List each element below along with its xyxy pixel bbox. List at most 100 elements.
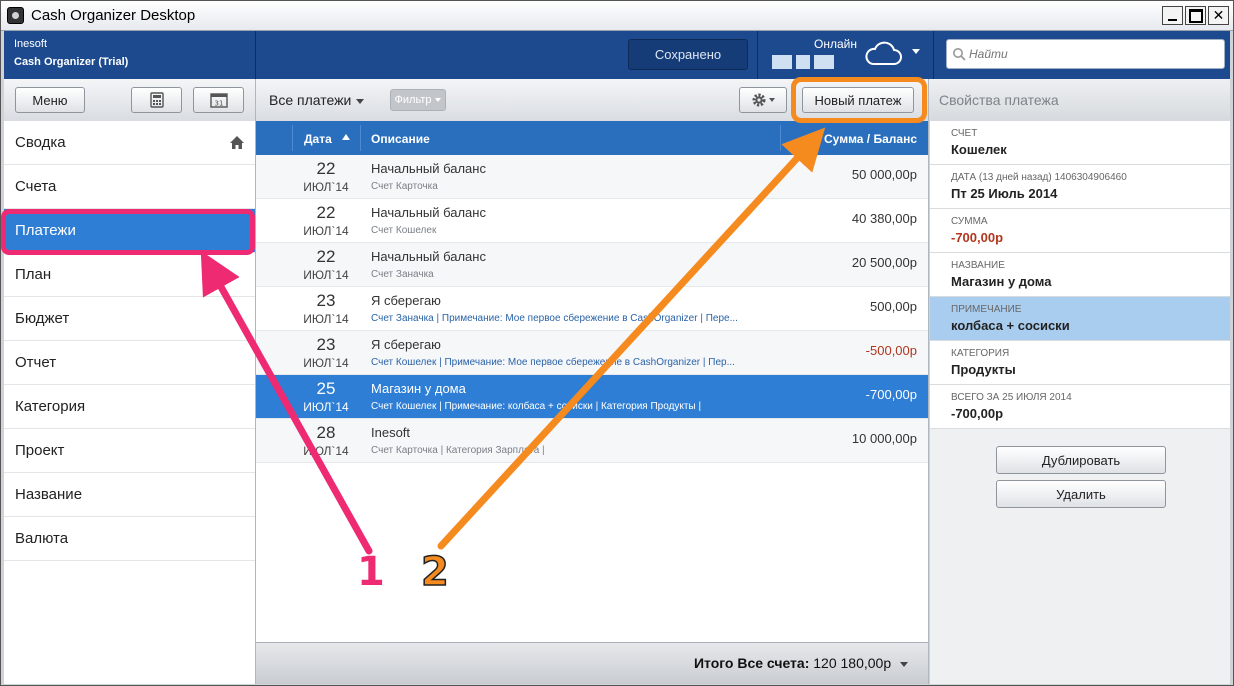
duplicate-button[interactable]: Дублировать (996, 446, 1166, 474)
row-amount: 40 380,00р (851, 211, 917, 226)
sidebar-item-budget[interactable]: Бюджет (4, 297, 255, 341)
prop-label: ДАТА (13 дней назад) 1406304906460 (951, 172, 1127, 183)
sidebar-item-report[interactable]: Отчет (4, 341, 255, 385)
minimize-button[interactable] (1162, 6, 1183, 25)
sidebar-item-payee[interactable]: Название (4, 473, 255, 517)
sidebar-item-accounts[interactable]: Счета (4, 165, 255, 209)
search-icon (953, 48, 966, 61)
search-input[interactable] (946, 39, 1225, 69)
prop-value: -700,00р (951, 406, 1004, 421)
app-icon (7, 7, 24, 24)
prop-day-total: ВСЕГО ЗА 25 ИЮЛЯ 2014 -700,00р (930, 385, 1230, 429)
svg-text:31: 31 (214, 100, 223, 108)
total-balance[interactable]: Итого Все счета: 120 180,00р (694, 655, 908, 671)
list-rows: 22 ИЮЛ`14 Начальный баланс Счет Карточка… (256, 155, 928, 463)
title-bar: Cash Organizer Desktop ✕ (1, 1, 1233, 31)
sidebar-item-label: Название (15, 486, 83, 503)
total-label: Итого Все счета: (693, 655, 810, 671)
sidebar-item-label: Бюджет (15, 310, 70, 327)
table-row[interactable]: 23 ИЮЛ`14 Я сберегаю Счет Кошелек | Прим… (256, 331, 928, 375)
payment-properties: СЧЕТ Кошелек ДАТА (13 дней назад) 140630… (930, 121, 1230, 684)
column-header-description[interactable]: Описание (371, 132, 430, 146)
delete-button[interactable]: Удалить (996, 480, 1166, 508)
row-details: Счет Карточка | Категория Зарплата | (371, 445, 545, 456)
row-amount: 20 500,00р (851, 255, 917, 270)
table-row-selected[interactable]: 25 ИЮЛ`14 Магазин у дома Счет Кошелек | … (256, 375, 928, 419)
sidebar-item-currency[interactable]: Валюта (4, 517, 255, 561)
settings-button[interactable] (739, 87, 787, 113)
company-name: Inesoft (14, 38, 48, 50)
column-divider (780, 125, 781, 151)
prop-label: ВСЕГО ЗА 25 ИЮЛЯ 2014 (951, 392, 1072, 403)
row-day: 22 (316, 203, 336, 222)
online-label: Онлайн (814, 37, 857, 51)
prop-amount[interactable]: СУММА -700,00р (930, 209, 1230, 253)
prop-value: Кошелек (951, 142, 1007, 157)
column-header-date[interactable]: Дата (304, 132, 332, 146)
row-day: 28 (316, 423, 336, 442)
table-row[interactable]: 22 ИЮЛ`14 Начальный баланс Счет Заначка … (256, 243, 928, 287)
account-name-masked (772, 55, 836, 69)
table-row[interactable]: 22 ИЮЛ`14 Начальный баланс Счет Карточка… (256, 155, 928, 199)
maximize-button[interactable] (1185, 6, 1206, 25)
online-sync[interactable]: Онлайн (758, 31, 934, 79)
calendar-icon: 31 (209, 93, 228, 108)
prop-label: ПРИМЕЧАНИЕ (951, 304, 1022, 315)
row-day: 22 (316, 247, 336, 266)
app-window: Cash Organizer Desktop ✕ Inesoft Cash Or… (0, 0, 1234, 686)
sidebar-item-plan[interactable]: План (4, 253, 255, 297)
window-title: Cash Organizer Desktop (31, 7, 196, 24)
home-icon[interactable] (229, 135, 245, 150)
row-description: Inesoft (371, 425, 411, 440)
row-description: Я сберегаю (371, 293, 441, 308)
prop-note[interactable]: ПРИМЕЧАНИЕ колбаса + сосиски (930, 297, 1230, 341)
properties-header: Свойства платежа (929, 79, 1230, 121)
row-day: 22 (316, 159, 336, 178)
row-details: Счет Кошелек | Примечание: колбаса + сос… (371, 401, 702, 412)
calendar-button[interactable]: 31 (193, 87, 244, 113)
total-value: 120 180,00р (813, 655, 892, 671)
row-amount: -700,00р (865, 387, 917, 402)
prop-payee[interactable]: НАЗВАНИЕ Магазин у дома (930, 253, 1230, 297)
prop-account[interactable]: СЧЕТ Кошелек (930, 121, 1230, 165)
filter-button[interactable]: Фильтр (390, 89, 446, 111)
row-details: Счет Карточка (371, 181, 438, 192)
saved-button[interactable]: Сохранено (628, 39, 748, 70)
toolbar-left: Меню 31 (4, 79, 256, 121)
row-details: Счет Кошелек | Примечание: Мое первое сб… (371, 357, 735, 368)
callout-number-1: 1 (357, 549, 385, 595)
prop-category[interactable]: КАТЕГОРИЯ Продукты (930, 341, 1230, 385)
prop-date[interactable]: ДАТА (13 дней назад) 1406304906460 Пт 25… (930, 165, 1230, 209)
prop-value: Магазин у дома (951, 274, 1052, 289)
table-row[interactable]: 23 ИЮЛ`14 Я сберегаю Счет Заначка | Прим… (256, 287, 928, 331)
prop-label: КАТЕГОРИЯ (951, 348, 1010, 359)
sidebar-item-project[interactable]: Проект (4, 429, 255, 473)
all-payments-dropdown[interactable]: Все платежи (269, 92, 365, 108)
prop-value: Пт 25 Июль 2014 (951, 186, 1058, 201)
row-amount: -500,00р (865, 343, 917, 358)
column-header-amount[interactable]: Сумма / Баланс (824, 132, 917, 146)
row-month: ИЮЛ`14 (303, 180, 349, 194)
all-payments-label: Все платежи (269, 92, 352, 108)
list-header: Дата Описание Сумма / Баланс (256, 121, 928, 155)
row-amount: 50 000,00р (851, 167, 917, 182)
prop-value: -700,00р (951, 230, 1004, 245)
close-button[interactable]: ✕ (1208, 6, 1229, 25)
sidebar-item-label: План (15, 266, 52, 283)
filter-label: Фильтр (394, 94, 432, 106)
prop-label: НАЗВАНИЕ (951, 260, 1005, 271)
row-month: ИЮЛ`14 (303, 444, 349, 458)
sidebar-item-summary[interactable]: Сводка (4, 121, 255, 165)
payments-list: Дата Описание Сумма / Баланс 22 ИЮЛ`14 Н… (256, 121, 929, 684)
table-row[interactable]: 22 ИЮЛ`14 Начальный баланс Счет Кошелек … (256, 199, 928, 243)
menu-button[interactable]: Меню (15, 87, 85, 113)
search-area (934, 31, 1230, 79)
sidebar-item-label: Счета (15, 178, 57, 195)
sidebar-item-category[interactable]: Категория (4, 385, 255, 429)
chevron-down-icon[interactable] (912, 49, 920, 54)
sidebar-item-label: Сводка (15, 134, 66, 151)
row-day: 23 (316, 291, 336, 310)
window-controls: ✕ (1162, 6, 1229, 25)
table-row[interactable]: 28 ИЮЛ`14 Inesoft Счет Карточка | Катего… (256, 419, 928, 463)
calculator-button[interactable] (131, 87, 182, 113)
